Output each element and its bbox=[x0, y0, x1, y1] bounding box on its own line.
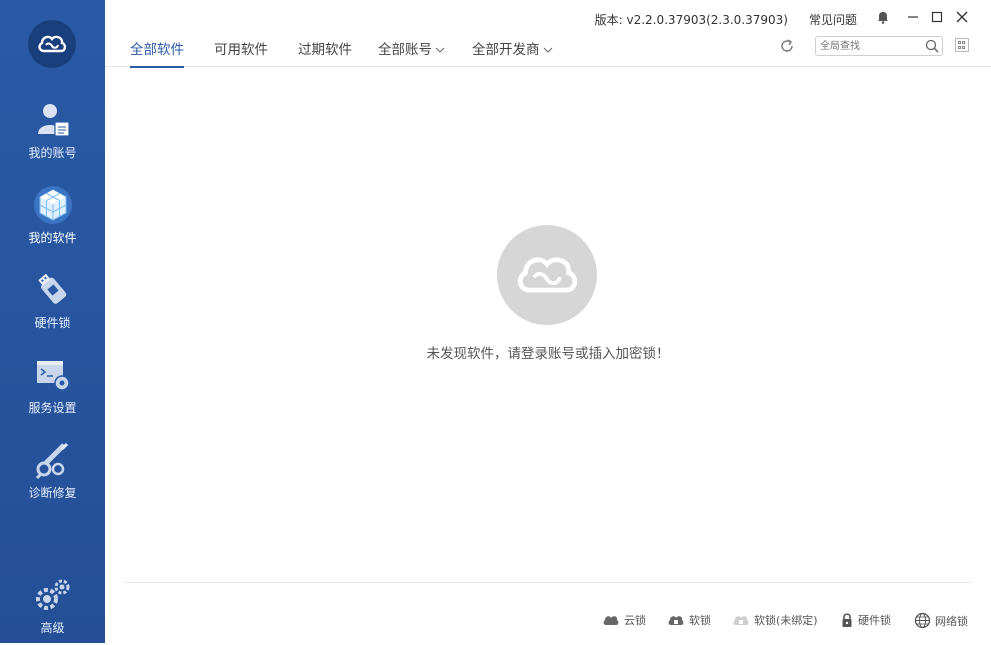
version-label: 版本: v2.2.0.37903(2.3.0.37903) bbox=[594, 13, 788, 27]
terminal-gear-icon bbox=[33, 355, 73, 395]
sidebar-item-label: 服务设置 bbox=[28, 401, 77, 415]
legend-label: 硬件锁 bbox=[858, 614, 891, 627]
global-search bbox=[815, 36, 943, 56]
sidebar: 我的账号 我的软件 硬件锁 服务设置 诊断修复 高级 bbox=[0, 0, 105, 643]
tab-bar: 全部软件 可用软件 过期软件 全部账号 全部开发商 bbox=[105, 34, 991, 68]
sidebar-item-label: 我的软件 bbox=[28, 231, 77, 245]
legend-label: 软锁 bbox=[689, 614, 711, 627]
network-globe-icon bbox=[914, 612, 931, 629]
app-logo bbox=[28, 20, 76, 68]
legend-hardware-lock: 硬件锁 bbox=[840, 612, 891, 628]
usb-dongle-icon bbox=[33, 270, 73, 310]
tab-label: 全部开发商 bbox=[472, 42, 540, 58]
cloud-logo-icon bbox=[38, 35, 67, 53]
tab-available-software[interactable]: 可用软件 bbox=[214, 38, 268, 66]
legend-cloud-lock: 云锁 bbox=[602, 612, 646, 628]
notification-bell-icon[interactable] bbox=[875, 9, 891, 25]
legend-network-lock: 网络锁 bbox=[914, 612, 968, 629]
empty-state-message: 未发现软件，请登录账号或插入加密锁！ bbox=[426, 346, 670, 362]
sidebar-item-diagnose-repair[interactable]: 诊断修复 bbox=[0, 440, 105, 510]
sidebar-item-hardware-lock[interactable]: 硬件锁 bbox=[0, 270, 105, 340]
chevron-down-icon bbox=[543, 47, 552, 53]
empty-state-logo bbox=[497, 225, 597, 325]
faq-link[interactable]: 常见问题 bbox=[809, 11, 857, 28]
refresh-icon[interactable] bbox=[779, 38, 795, 54]
gears-icon bbox=[33, 575, 73, 615]
tab-label: 过期软件 bbox=[298, 42, 352, 58]
footer-divider bbox=[125, 582, 971, 583]
legend-label: 软锁(未绑定) bbox=[754, 614, 818, 627]
legend-soft-lock-unbound: 软锁(未绑定) bbox=[732, 612, 818, 628]
tab-all-software[interactable]: 全部软件 bbox=[130, 38, 184, 68]
sidebar-item-my-account[interactable]: 我的账号 bbox=[0, 100, 105, 170]
chevron-down-icon bbox=[435, 47, 445, 53]
tab-all-developers-dropdown[interactable]: 全部开发商 bbox=[472, 38, 553, 66]
cloud-unbound-icon bbox=[733, 616, 749, 625]
sidebar-item-label: 我的账号 bbox=[28, 146, 77, 160]
search-input[interactable] bbox=[820, 39, 918, 53]
sidebar-item-advanced[interactable]: 高级 bbox=[0, 575, 105, 645]
tab-label: 全部软件 bbox=[130, 42, 184, 58]
legend-label: 云锁 bbox=[624, 614, 646, 627]
tab-label: 全部账号 bbox=[378, 42, 432, 58]
close-button[interactable] bbox=[954, 9, 970, 25]
cloud-lock-icon bbox=[668, 616, 684, 625]
wrench-icon bbox=[33, 440, 73, 480]
cube-software-icon bbox=[33, 185, 73, 225]
padlock-icon bbox=[842, 613, 852, 627]
sidebar-item-my-software[interactable]: 我的软件 bbox=[0, 185, 105, 255]
sidebar-item-service-settings[interactable]: 服务设置 bbox=[0, 355, 105, 425]
tab-all-accounts-dropdown[interactable]: 全部账号 bbox=[378, 38, 445, 66]
sidebar-item-label: 高级 bbox=[40, 621, 65, 635]
minimize-button[interactable] bbox=[905, 9, 921, 25]
cloud-icon bbox=[603, 616, 619, 625]
legend-soft-lock: 软锁 bbox=[667, 612, 711, 628]
legend-label: 网络锁 bbox=[935, 614, 968, 628]
user-account-icon bbox=[33, 100, 73, 140]
sidebar-item-label: 硬件锁 bbox=[34, 316, 71, 330]
tab-label: 可用软件 bbox=[214, 42, 268, 58]
tab-expired-software[interactable]: 过期软件 bbox=[298, 38, 352, 66]
grid-view-icon[interactable] bbox=[955, 38, 969, 52]
sidebar-item-label: 诊断修复 bbox=[28, 486, 77, 500]
maximize-button[interactable] bbox=[929, 9, 945, 25]
title-bar: 版本: v2.2.0.37903(2.3.0.37903) 常见问题 bbox=[105, 0, 991, 34]
search-icon[interactable] bbox=[925, 39, 939, 53]
cloud-logo-icon bbox=[517, 257, 578, 293]
